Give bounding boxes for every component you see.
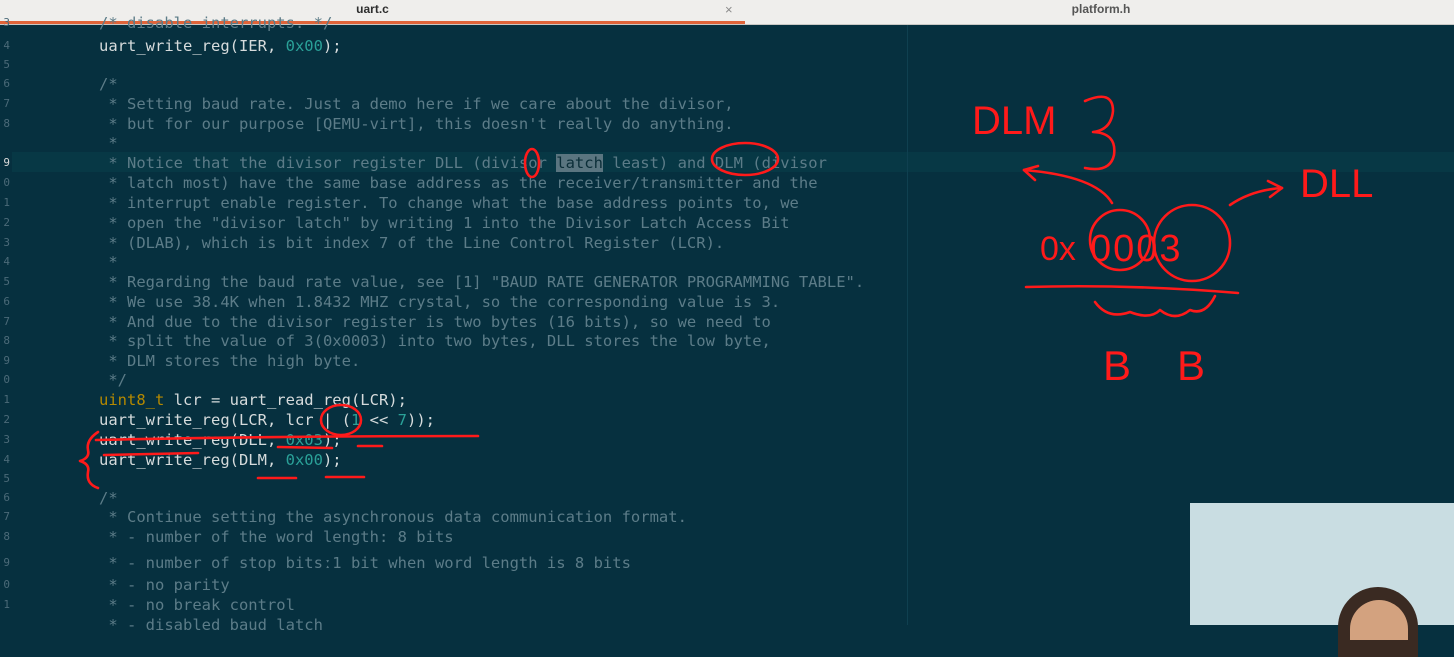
ink-byte-high: B xyxy=(1103,342,1131,389)
ink-byte-low: B xyxy=(1177,342,1205,389)
ink-hex-digits: 0003 xyxy=(1090,228,1183,270)
handwritten-text: DLM DLL 0x 0003 B B xyxy=(972,99,1373,389)
ink-label-dlm: DLM xyxy=(972,99,1056,143)
ink-label-dll: DLL xyxy=(1300,162,1373,206)
ink-hex-prefix: 0x xyxy=(1040,230,1076,268)
